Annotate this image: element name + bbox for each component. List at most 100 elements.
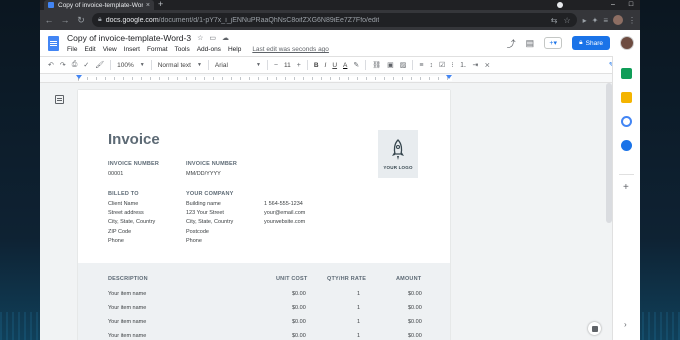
comments-icon[interactable]: ▤ [526, 38, 535, 49]
underline-button[interactable]: U [332, 62, 337, 69]
translate-icon[interactable]: ⇆ [551, 16, 558, 25]
comment-icon[interactable]: ▣ [387, 61, 394, 69]
left-indent-marker[interactable] [76, 75, 82, 79]
browser-tab[interactable]: Copy of invoice-template-Word-3 × [44, 0, 154, 10]
zoom-value: 100% [117, 61, 134, 69]
star-icon[interactable]: ☆ [197, 34, 203, 42]
clear-format-icon[interactable]: ⨯ [484, 61, 490, 69]
omnibox-actions: ⇆ ☆ [551, 16, 571, 25]
keep-icon[interactable] [621, 92, 632, 103]
menu-view[interactable]: View [103, 46, 117, 53]
logo-placeholder[interactable]: YOUR LOGO [378, 130, 418, 178]
bullet-list-icon[interactable]: ⁝ [451, 61, 453, 69]
undo-icon[interactable]: ↶ [48, 61, 54, 69]
zoom-select[interactable]: 100% ▼ [117, 62, 145, 69]
column-header-unit-cost: UNIT COST [276, 276, 308, 282]
present-button[interactable]: +▾ [544, 37, 563, 49]
paint-format-icon[interactable]: 🖌︎ [95, 61, 104, 69]
font-select[interactable]: Arial ▼ [215, 62, 261, 69]
column-header-amount: AMOUNT [396, 276, 422, 282]
increase-font-icon[interactable]: + [297, 62, 301, 69]
numbered-list-icon[interactable]: ⒈ [460, 60, 467, 70]
cloud-saved-icon[interactable]: ☁ [222, 34, 229, 42]
back-icon[interactable]: ← [44, 15, 54, 25]
docs-logo-icon[interactable] [48, 36, 59, 51]
reload-icon[interactable]: ↻ [76, 15, 86, 26]
image-icon[interactable]: ▨ [400, 61, 407, 69]
menu-addons[interactable]: Add-ons [197, 46, 221, 53]
minimize-icon[interactable]: – [604, 0, 622, 10]
document-title[interactable]: Copy of invoice-template-Word-3 [67, 33, 191, 43]
docs-favicon-icon [48, 2, 54, 8]
document-outline-icon[interactable] [55, 95, 64, 104]
tab-strip: Copy of invoice-template-Word-3 × + – □ [40, 0, 640, 10]
maximize-icon[interactable]: □ [622, 0, 640, 10]
print-icon[interactable]: ⎙ [72, 61, 78, 69]
checklist-icon[interactable]: ☑ [439, 61, 445, 69]
chevron-down-icon: ▼ [255, 62, 261, 68]
item-cost: $0.00 [292, 333, 306, 339]
font-size-input[interactable]: 11 [284, 62, 291, 69]
link-icon[interactable]: ⛓︎ [372, 61, 381, 69]
menu-format[interactable]: Format [147, 46, 168, 53]
spellcheck-icon[interactable]: ✓ [83, 61, 89, 69]
activity-trend-icon[interactable]: ⤴ [507, 37, 516, 50]
divider [306, 60, 308, 70]
menu-help[interactable]: Help [228, 46, 241, 53]
ruler-ticks [78, 77, 452, 80]
new-tab-icon[interactable]: + [158, 0, 163, 9]
menu-edit[interactable]: Edit [84, 46, 95, 53]
menu-file[interactable]: File [67, 46, 77, 53]
formatting-toolbar: ↶ ↷ ⎙ ✓ 🖌︎ 100% ▼ Normal text ▼ Arial ▼ − 1… [40, 56, 640, 74]
menu-tools[interactable]: Tools [175, 46, 190, 53]
contact-website: yourwebsite.com [264, 219, 306, 226]
window-controls: – □ [604, 0, 640, 10]
lock-icon[interactable]: 🔒︎ [98, 16, 102, 24]
item-amount: $0.00 [408, 319, 422, 325]
menu-insert[interactable]: Insert [124, 46, 140, 53]
right-indent-marker[interactable] [446, 75, 452, 79]
text-color-button[interactable]: A [343, 62, 347, 69]
tasks-icon[interactable] [621, 116, 632, 127]
title-block: Copy of invoice-template-Word-3 ☆ ▭ ☁ Fi… [67, 33, 329, 53]
share-button[interactable]: 🔒︎ Share [572, 36, 610, 50]
decrease-font-icon[interactable]: − [274, 62, 278, 69]
extension-icons: ▸ ✦ ≡ ⋮ [583, 15, 636, 25]
chevron-right-icon[interactable]: › [624, 320, 627, 329]
style-value: Normal text [157, 61, 191, 69]
bold-button[interactable]: B [314, 62, 319, 69]
user-avatar[interactable] [620, 36, 634, 50]
profile-avatar[interactable] [613, 15, 623, 25]
indent-icon[interactable]: ⇥ [473, 61, 479, 69]
queue-icon[interactable]: ≡ [603, 16, 608, 25]
url-text: docs.google.com/document/d/1-pY7x_i_jENN… [106, 17, 380, 24]
style-select[interactable]: Normal text ▼ [158, 62, 202, 69]
close-icon[interactable]: × [146, 2, 150, 9]
chrome-menu-icon[interactable]: ⋮ [628, 16, 636, 25]
menu-bar: File Edit View Insert Format Tools Add-o… [67, 46, 329, 53]
bookmark-star-icon[interactable]: ☆ [563, 16, 570, 25]
divider [110, 60, 112, 70]
item-cost: $0.00 [292, 305, 306, 311]
forward-icon[interactable]: → [60, 15, 70, 25]
last-edit-link[interactable]: Last edit was seconds ago [252, 46, 329, 53]
contact-phone: 1 564-555-1234 [264, 201, 303, 207]
highlight-icon[interactable]: ✎ [353, 61, 359, 69]
italic-button[interactable]: I [325, 62, 327, 69]
chevron-down-icon: ▼ [196, 62, 202, 68]
document-page[interactable]: Invoice YOUR LOGO INVOICE NUMBER 00001 I… [78, 90, 450, 340]
chrome-status-icon[interactable] [557, 2, 563, 8]
redo-icon[interactable]: ↷ [60, 61, 66, 69]
ruler [40, 74, 612, 83]
extension-icon[interactable]: ▸ [583, 16, 587, 25]
calendar-icon[interactable] [621, 68, 632, 79]
company-label: YOUR COMPANY [186, 191, 234, 197]
explore-button[interactable] [588, 322, 601, 335]
line-spacing-icon[interactable]: ↕ [430, 62, 434, 69]
puzzle-icon[interactable]: ✦ [592, 16, 599, 25]
contacts-icon[interactable] [621, 140, 632, 151]
move-folder-icon[interactable]: ▭ [209, 34, 216, 42]
add-addon-icon[interactable]: + [623, 182, 629, 193]
align-icon[interactable]: ≡ [419, 62, 423, 69]
address-bar[interactable]: 🔒︎ docs.google.com/document/d/1-pY7x_i_j… [92, 13, 577, 27]
